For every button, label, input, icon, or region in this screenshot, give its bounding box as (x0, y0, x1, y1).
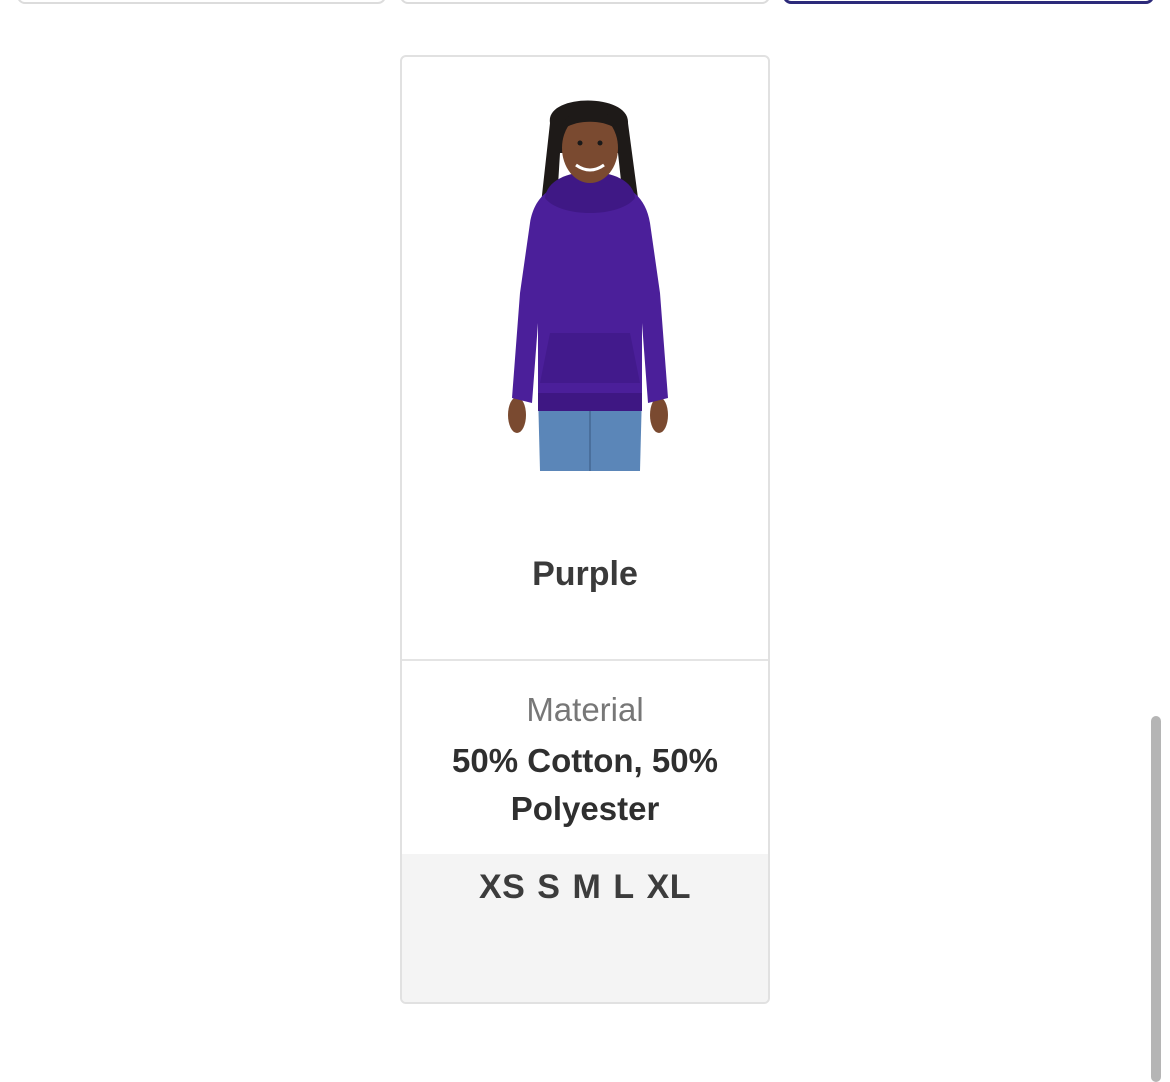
variant-tab-selected[interactable] (783, 0, 1154, 4)
size-l: L (613, 868, 635, 906)
page-scrollbar[interactable] (1151, 716, 1161, 1082)
variant-tab-1[interactable] (17, 0, 386, 4)
divider (402, 659, 768, 661)
size-m: M (572, 868, 602, 906)
material-label: Material (526, 691, 644, 728)
size-list: XS S M L XL (402, 868, 768, 907)
size-xs: XS (478, 868, 526, 906)
hoodie-product-photo (508, 100, 668, 471)
product-color-card[interactable]: Purple Material 50% Cotton, 50% Polyeste… (400, 55, 770, 1004)
size-xl: XL (646, 868, 692, 906)
size-s: S (537, 868, 561, 906)
material-value: 50% Cotton, 50% Polyester (452, 742, 718, 827)
color-name: Purple (532, 555, 638, 593)
sizes-area: XS S M L XL (402, 854, 768, 1002)
variant-tab-2[interactable] (400, 0, 770, 4)
product-image-area: Purple (402, 57, 768, 659)
